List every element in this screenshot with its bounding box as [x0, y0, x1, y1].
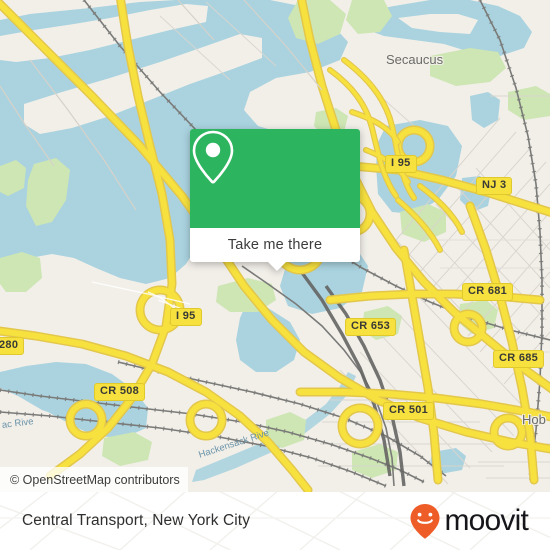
take-me-there-button[interactable]: Take me there: [190, 228, 360, 262]
location-popup[interactable]: Take me there: [190, 129, 360, 271]
location-popup-body: Take me there: [190, 129, 360, 262]
footer-bar: Central Transport, New York City moovit: [0, 492, 550, 550]
location-popup-header: [190, 129, 360, 228]
map-page: Secaucus Hob ac Rive Hackensack Rive I 9…: [0, 0, 550, 550]
road-shield-i95-east[interactable]: I 95: [385, 155, 417, 173]
moovit-wordmark: moovit: [444, 504, 528, 537]
attribution-text: © OpenStreetMap contributors: [10, 472, 180, 487]
road-shield-cr653[interactable]: CR 653: [345, 318, 397, 336]
road-shield-i280[interactable]: 280: [0, 337, 25, 355]
page-title: Central Transport, New York City: [22, 512, 251, 529]
road-shield-cr501[interactable]: CR 501: [383, 402, 435, 420]
moovit-logo[interactable]: moovit: [408, 503, 529, 539]
road-shield-cr508[interactable]: CR 508: [94, 383, 146, 401]
road-shield-nj3[interactable]: NJ 3: [476, 177, 513, 195]
road-shield-cr685[interactable]: CR 685: [493, 350, 545, 368]
popup-tail: [267, 261, 287, 271]
map-pin-icon: [192, 130, 234, 184]
moovit-pin-smile-icon: [410, 504, 440, 539]
map-canvas[interactable]: Secaucus Hob ac Rive Hackensack Rive I 9…: [0, 0, 550, 492]
road-shield-i95-west[interactable]: I 95: [170, 308, 202, 326]
road-shield-cr681[interactable]: CR 681: [462, 283, 514, 301]
map-attribution[interactable]: © OpenStreetMap contributors: [0, 467, 188, 492]
